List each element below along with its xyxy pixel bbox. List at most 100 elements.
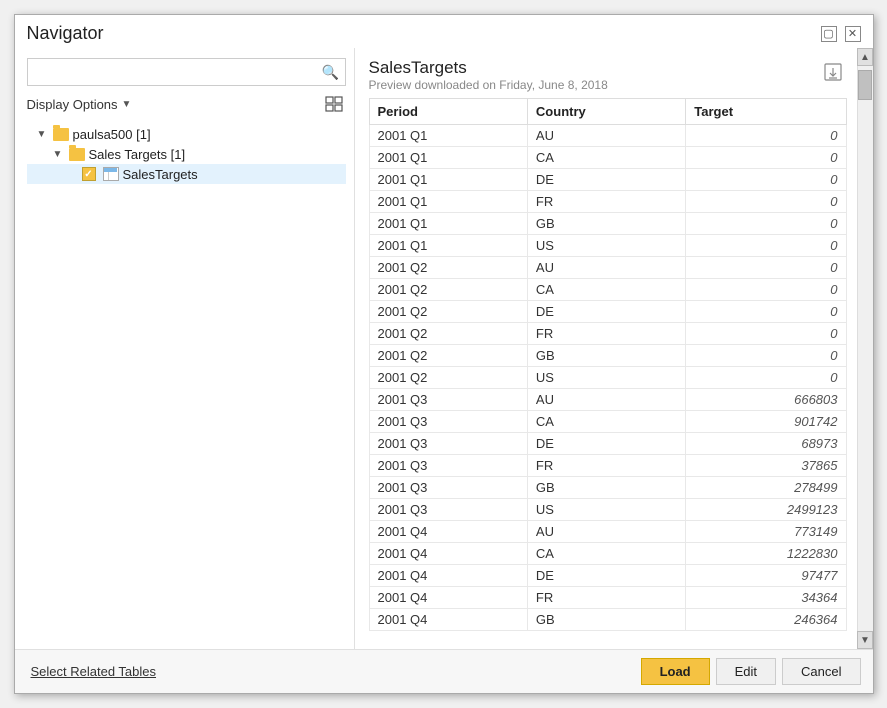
table-row: 2001 Q3CA901742 (369, 411, 846, 433)
table-row: 2001 Q4AU773149 (369, 521, 846, 543)
view-mode-icon-button[interactable] (322, 92, 346, 116)
tree-item-paulsa500[interactable]: ▼ paulsa500 [1] (27, 124, 346, 144)
folder-icon-paulsa500 (52, 126, 70, 142)
cell-r3-c0: 2001 Q1 (369, 191, 527, 213)
cell-r2-c1: DE (527, 169, 685, 191)
cell-r4-c0: 2001 Q1 (369, 213, 527, 235)
scroll-thumb[interactable] (858, 70, 872, 100)
cell-r2-c0: 2001 Q1 (369, 169, 527, 191)
close-button[interactable]: ✕ (845, 26, 861, 42)
table-row: 2001 Q4GB246364 (369, 609, 846, 631)
cell-r19-c1: CA (527, 543, 685, 565)
cell-r22-c1: GB (527, 609, 685, 631)
scroll-down-button[interactable]: ▼ (857, 631, 873, 649)
cell-r20-c2: 97477 (686, 565, 846, 587)
table-row: 2001 Q4FR34364 (369, 587, 846, 609)
tree-checkbox-salestargts[interactable]: ✓ (81, 166, 97, 182)
cell-r10-c0: 2001 Q2 (369, 345, 527, 367)
cell-r6-c2: 0 (686, 257, 846, 279)
preview-header: SalesTargets Preview downloaded on Frida… (369, 58, 847, 92)
cell-r1-c1: CA (527, 147, 685, 169)
table-row: 2001 Q3GB278499 (369, 477, 846, 499)
cell-r20-c1: DE (527, 565, 685, 587)
load-button[interactable]: Load (641, 658, 710, 685)
cell-r12-c1: AU (527, 389, 685, 411)
table-row: 2001 Q3FR37865 (369, 455, 846, 477)
cell-r0-c1: AU (527, 125, 685, 147)
search-button[interactable]: 🔍 (317, 59, 345, 85)
table-row: 2001 Q3US2499123 (369, 499, 846, 521)
export-icon (823, 62, 843, 82)
table-row: 2001 Q4DE97477 (369, 565, 846, 587)
cell-r3-c2: 0 (686, 191, 846, 213)
cell-r0-c0: 2001 Q1 (369, 125, 527, 147)
right-section: SalesTargets Preview downloaded on Frida… (355, 48, 873, 649)
left-pane: 🔍 Display Options ▼ (15, 48, 355, 649)
tree-label-paulsa500: paulsa500 [1] (73, 127, 151, 142)
tree-item-salestargts-table[interactable]: ✓ SalesTargets (27, 164, 346, 184)
cell-r8-c1: DE (527, 301, 685, 323)
cell-r14-c2: 68973 (686, 433, 846, 455)
cell-r16-c1: GB (527, 477, 685, 499)
cell-r7-c2: 0 (686, 279, 846, 301)
footer: Select Related Tables Load Edit Cancel (15, 649, 873, 693)
table-row: 2001 Q3AU666803 (369, 389, 846, 411)
tree-item-sales-targets[interactable]: ▼ Sales Targets [1] (27, 144, 346, 164)
table-row: 2001 Q2US0 (369, 367, 846, 389)
display-options-label: Display Options (27, 97, 118, 112)
tree-label-salestargts: SalesTargets (123, 167, 198, 182)
cell-r10-c1: GB (527, 345, 685, 367)
cell-r16-c2: 278499 (686, 477, 846, 499)
tree-spacer (67, 167, 81, 181)
cell-r11-c1: US (527, 367, 685, 389)
edit-button[interactable]: Edit (716, 658, 776, 685)
cell-r22-c0: 2001 Q4 (369, 609, 527, 631)
cancel-button[interactable]: Cancel (782, 658, 860, 685)
preview-title-block: SalesTargets Preview downloaded on Frida… (369, 58, 608, 92)
table-row: 2001 Q2DE0 (369, 301, 846, 323)
cell-r7-c0: 2001 Q2 (369, 279, 527, 301)
checkbox-checked-icon: ✓ (82, 167, 96, 181)
col-header-period: Period (369, 99, 527, 125)
cell-r0-c2: 0 (686, 125, 846, 147)
col-header-country: Country (527, 99, 685, 125)
cell-r13-c0: 2001 Q3 (369, 411, 527, 433)
search-box: 🔍 (27, 58, 346, 86)
table-row: 2001 Q2FR0 (369, 323, 846, 345)
table-icon-salestargts (102, 166, 120, 182)
data-table-head: Period Country Target (369, 99, 846, 125)
display-options-button[interactable]: Display Options ▼ (27, 97, 132, 112)
col-header-target: Target (686, 99, 846, 125)
cell-r4-c2: 0 (686, 213, 846, 235)
search-input[interactable] (28, 61, 317, 84)
restore-button[interactable]: ▢ (821, 26, 837, 42)
cell-r15-c0: 2001 Q3 (369, 455, 527, 477)
tree-label-sales-targets: Sales Targets [1] (89, 147, 186, 162)
table-row: 2001 Q1US0 (369, 235, 846, 257)
cell-r14-c1: DE (527, 433, 685, 455)
preview-export-button[interactable] (819, 58, 847, 86)
select-related-tables-button[interactable]: Select Related Tables (27, 659, 161, 684)
navigator-dialog: Navigator ▢ ✕ 🔍 Display Options ▼ (14, 14, 874, 694)
table-row: 2001 Q1FR0 (369, 191, 846, 213)
scroll-up-button[interactable]: ▲ (857, 48, 873, 66)
preview-subtitle: Preview downloaded on Friday, June 8, 20… (369, 78, 608, 92)
cell-r13-c2: 901742 (686, 411, 846, 433)
cell-r21-c0: 2001 Q4 (369, 587, 527, 609)
tree-toggle-paulsa500: ▼ (35, 127, 49, 141)
cell-r11-c2: 0 (686, 367, 846, 389)
cell-r3-c1: FR (527, 191, 685, 213)
cell-r17-c2: 2499123 (686, 499, 846, 521)
scrollbar-track: ▲ ▼ (857, 48, 873, 649)
preview-title: SalesTargets (369, 58, 608, 78)
cell-r15-c1: FR (527, 455, 685, 477)
table-row: 2001 Q2AU0 (369, 257, 846, 279)
cell-r7-c1: CA (527, 279, 685, 301)
cell-r8-c0: 2001 Q2 (369, 301, 527, 323)
folder-icon-sales-targets (68, 146, 86, 162)
cell-r19-c2: 1222830 (686, 543, 846, 565)
cell-r17-c1: US (527, 499, 685, 521)
cell-r5-c2: 0 (686, 235, 846, 257)
cell-r11-c0: 2001 Q2 (369, 367, 527, 389)
cell-r1-c2: 0 (686, 147, 846, 169)
